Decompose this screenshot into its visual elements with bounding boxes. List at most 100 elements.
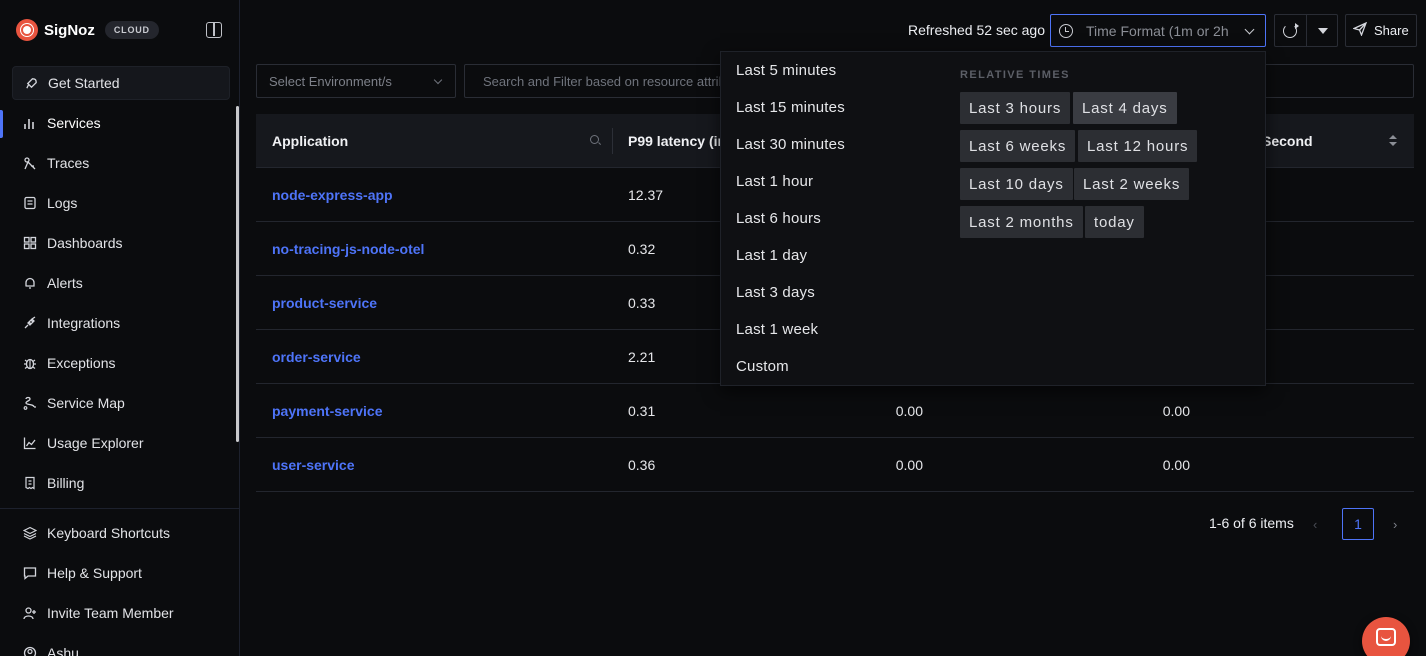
sidebar-item-label: Dashboards: [47, 235, 123, 251]
sidebar-divider: [0, 508, 239, 509]
relative-chip[interactable]: today: [1085, 206, 1144, 238]
sidebar-collapse-icon[interactable]: [206, 22, 222, 38]
p99-value: 12.37: [628, 187, 664, 203]
chat-icon: [22, 565, 38, 581]
sidebar-item-alerts[interactable]: Alerts: [12, 266, 230, 300]
sidebar-item-label: Keyboard Shortcuts: [47, 525, 170, 541]
dashboards-icon: [22, 235, 38, 251]
p99-value: 0.36: [628, 457, 656, 473]
relative-chip[interactable]: Last 10 days: [960, 168, 1073, 200]
sidebar-scrollbar[interactable]: [236, 106, 239, 442]
share-label: Share: [1374, 23, 1409, 38]
ops-value: 0.00: [1162, 457, 1190, 473]
application-link[interactable]: user-service: [272, 438, 355, 492]
application-link[interactable]: order-service: [272, 330, 361, 384]
relative-chip[interactable]: Last 2 months: [960, 206, 1083, 238]
option-last-1-week[interactable]: Last 1 week: [721, 311, 941, 348]
error-rate-value: 0.00: [895, 403, 923, 419]
relative-chip[interactable]: Last 4 days: [1073, 92, 1177, 124]
application-link[interactable]: product-service: [272, 276, 377, 330]
sidebar-item-label: Alerts: [47, 275, 83, 291]
option-last-15-minutes[interactable]: Last 15 minutes: [721, 89, 941, 126]
pagination-page-1[interactable]: 1: [1342, 508, 1374, 540]
ops-value: 0.00: [1162, 403, 1190, 419]
share-button[interactable]: Share: [1345, 14, 1417, 47]
sidebar-item-services[interactable]: Services: [12, 106, 230, 140]
search-icon[interactable]: [590, 135, 599, 144]
traces-icon: [22, 155, 38, 171]
sidebar-item-get-started[interactable]: Get Started: [12, 66, 230, 100]
table-row: payment-service 0.31 0.00 0.00: [256, 384, 1414, 438]
application-link[interactable]: no-tracing-js-node-otel: [272, 222, 424, 276]
sidebar-item-label: Logs: [47, 195, 78, 211]
time-range-options: Last 5 minutes Last 15 minutes Last 30 m…: [721, 52, 941, 385]
sidebar-item-exceptions[interactable]: Exceptions: [12, 346, 230, 380]
sidebar-item-dashboards[interactable]: Dashboards: [12, 226, 230, 260]
bar-chart-icon: [22, 115, 38, 131]
sidebar-item-label: Exceptions: [47, 355, 116, 371]
chevron-down-icon: [433, 75, 443, 85]
p99-value: 0.31: [628, 403, 656, 419]
receipt-icon: [22, 475, 38, 491]
logs-icon: [22, 195, 38, 211]
refresh-control[interactable]: [1274, 14, 1338, 47]
p99-value: 0.33: [628, 295, 656, 311]
user-icon: [22, 645, 38, 656]
pagination-next-icon[interactable]: ›: [1393, 517, 1397, 532]
refresh-divider: [1306, 15, 1307, 46]
sidebar-item-billing[interactable]: Billing: [12, 466, 230, 500]
sidebar-item-keyboard-shortcuts[interactable]: Keyboard Shortcuts: [12, 516, 230, 550]
active-indicator: [0, 110, 3, 138]
column-application[interactable]: Application: [272, 114, 348, 168]
option-custom[interactable]: Custom: [721, 348, 941, 385]
relative-chip[interactable]: Last 12 hours: [1078, 130, 1198, 162]
support-chat-button[interactable]: [1362, 617, 1410, 656]
sidebar-item-help-support[interactable]: Help & Support: [12, 556, 230, 590]
clock-icon: [1059, 23, 1073, 38]
sidebar-item-logs[interactable]: Logs: [12, 186, 230, 220]
option-last-6-hours[interactable]: Last 6 hours: [721, 200, 941, 237]
time-format-placeholder: Time Format (1m or 2h or 3d): [1086, 22, 1232, 39]
time-range-dropdown: Last 5 minutes Last 15 minutes Last 30 m…: [720, 51, 1266, 386]
column-ops-per-second[interactable]: Second: [1262, 114, 1313, 168]
option-last-1-hour[interactable]: Last 1 hour: [721, 163, 941, 200]
sidebar-item-label: Usage Explorer: [47, 435, 144, 451]
option-last-3-days[interactable]: Last 3 days: [721, 274, 941, 311]
sidebar-item-integrations[interactable]: Integrations: [12, 306, 230, 340]
cloud-badge: CLOUD: [104, 21, 159, 39]
sidebar-item-usage-explorer[interactable]: Usage Explorer: [12, 426, 230, 460]
time-format-input[interactable]: Time Format (1m or 2h or 3d): [1050, 14, 1266, 47]
relative-chip[interactable]: Last 6 weeks: [960, 130, 1076, 162]
table-row: user-service 0.36 0.00 0.00: [256, 438, 1414, 492]
sidebar-item-label: Service Map: [47, 395, 125, 411]
application-link[interactable]: node-express-app: [272, 168, 393, 222]
sidebar-item-user[interactable]: Ashu: [12, 636, 230, 656]
sidebar-item-label: Invite Team Member: [47, 605, 174, 621]
chat-bubble-icon: [1376, 628, 1396, 646]
layers-icon: [22, 525, 38, 541]
sidebar: SigNoz CLOUD Get Started Services Traces…: [0, 0, 240, 656]
refreshed-status: Refreshed 52 sec ago: [908, 22, 1045, 38]
option-last-5-minutes[interactable]: Last 5 minutes: [721, 52, 941, 89]
line-chart-icon: [22, 435, 38, 451]
sidebar-item-label: Help & Support: [47, 565, 142, 581]
brand[interactable]: SigNoz CLOUD: [16, 18, 159, 42]
sidebar-item-service-map[interactable]: Service Map: [12, 386, 230, 420]
sidebar-item-invite-team-member[interactable]: Invite Team Member: [12, 596, 230, 630]
option-last-1-day[interactable]: Last 1 day: [721, 237, 941, 274]
application-link[interactable]: payment-service: [272, 384, 383, 438]
sidebar-item-label: Get Started: [48, 75, 120, 91]
caret-down-icon[interactable]: [1318, 28, 1328, 34]
relative-chip[interactable]: Last 2 weeks: [1074, 168, 1190, 200]
relative-chip[interactable]: Last 3 hours: [960, 92, 1071, 124]
option-last-30-minutes[interactable]: Last 30 minutes: [721, 126, 941, 163]
environment-select[interactable]: Select Environment/s: [256, 64, 456, 98]
error-rate-value: 0.00: [895, 457, 923, 473]
pagination-summary: 1-6 of 6 items: [1209, 515, 1294, 531]
p99-value: 2.21: [628, 349, 656, 365]
pagination-prev-icon[interactable]: ‹: [1313, 517, 1317, 532]
map-icon: [22, 395, 38, 411]
sidebar-item-traces[interactable]: Traces: [12, 146, 230, 180]
search-placeholder: Search and Filter based on resource attr…: [483, 73, 751, 89]
refresh-icon[interactable]: [1283, 22, 1299, 38]
